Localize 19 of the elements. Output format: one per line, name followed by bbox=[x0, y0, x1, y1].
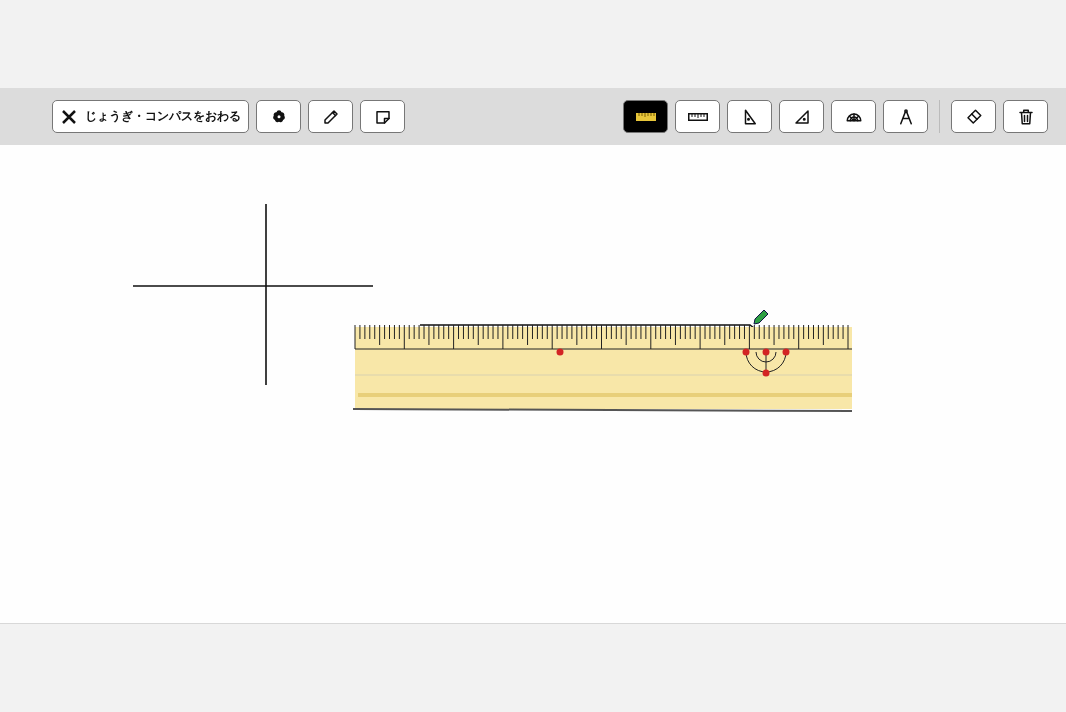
protractor-button[interactable] bbox=[831, 100, 876, 133]
delete-button[interactable] bbox=[1003, 100, 1048, 133]
close-icon bbox=[60, 108, 77, 125]
finish-button[interactable]: じょうぎ・コンパスをおわる bbox=[52, 100, 249, 133]
ruler-drawing[interactable] bbox=[353, 325, 855, 415]
ruler-icon bbox=[635, 111, 656, 122]
flower-button[interactable] bbox=[256, 100, 301, 133]
eraser-button[interactable] bbox=[951, 100, 996, 133]
set-square-button[interactable] bbox=[727, 100, 772, 133]
pencil-icon bbox=[321, 107, 340, 126]
note-button[interactable] bbox=[360, 100, 405, 133]
eraser-icon bbox=[964, 107, 983, 126]
trash-icon bbox=[1016, 107, 1035, 126]
compass-button[interactable] bbox=[883, 100, 928, 133]
ruler-button[interactable] bbox=[675, 100, 720, 133]
ruler-icon bbox=[687, 111, 708, 122]
set-square-button[interactable] bbox=[779, 100, 824, 133]
pencil-button[interactable] bbox=[308, 100, 353, 133]
ruler-button[interactable] bbox=[623, 100, 668, 133]
